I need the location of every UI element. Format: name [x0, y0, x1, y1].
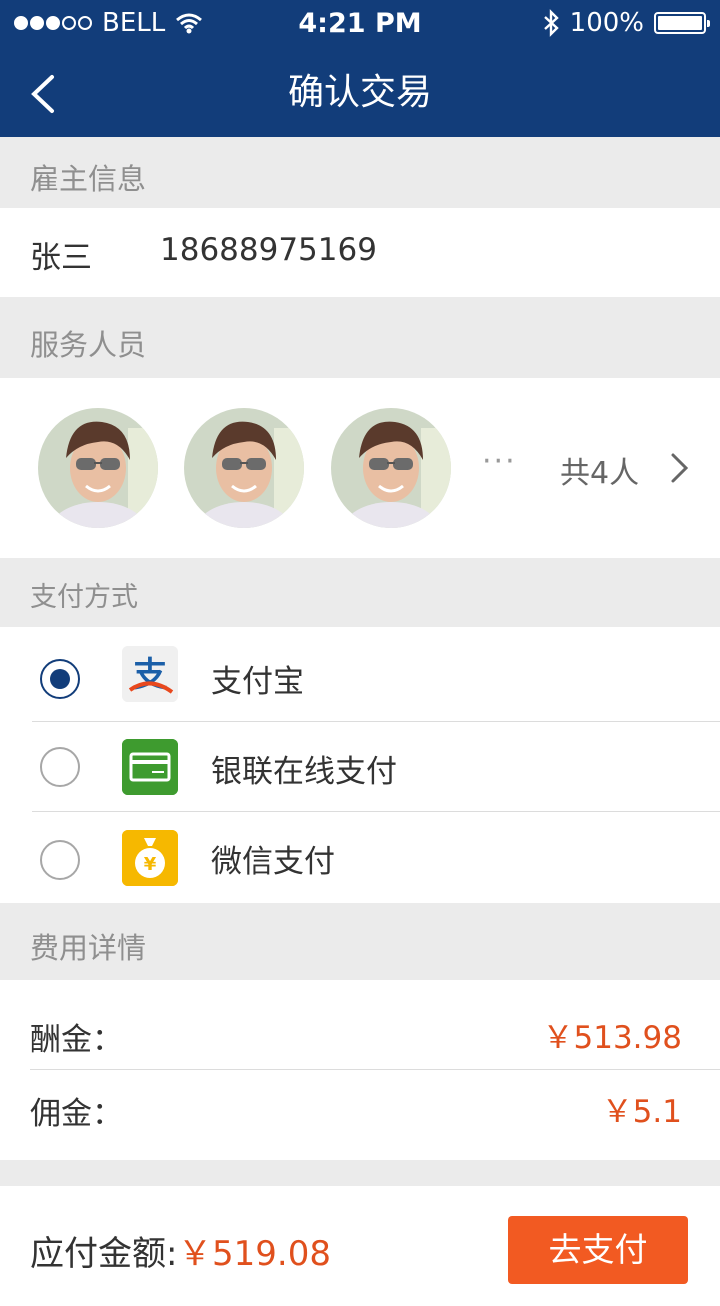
fee-details: 酬金： ￥513.98 佣金： ￥5.1: [0, 980, 720, 1160]
svg-text:¥: ¥: [144, 854, 157, 875]
section-title-payment: 支付方式: [30, 582, 138, 613]
employer-card: 张三 18688975169: [0, 208, 720, 297]
section-title-fees: 费用详情: [30, 931, 147, 965]
status-bar: BELL 4:21 PM 100%: [0, 0, 720, 48]
section-title-staff: 服务人员: [30, 328, 147, 362]
fee-label: 佣金：: [30, 1096, 123, 1132]
radio-selected[interactable]: [40, 659, 80, 699]
pay-button[interactable]: 去支付: [508, 1216, 688, 1284]
avatar[interactable]: [38, 408, 158, 528]
fee-value: ￥513.98: [542, 1020, 682, 1056]
radio-unselected[interactable]: [40, 747, 80, 787]
avatar[interactable]: [184, 408, 304, 528]
nav-bar: 确认交易: [0, 48, 720, 137]
avatar[interactable]: [331, 408, 451, 528]
fee-value: ￥5.1: [601, 1094, 682, 1130]
payment-label: 微信支付: [211, 844, 335, 880]
payment-option-unionpay[interactable]: 银联在线支付: [0, 722, 720, 811]
money-bag-icon: ¥: [122, 830, 178, 886]
battery-icon: [654, 12, 710, 34]
unionpay-card-icon: [122, 739, 178, 795]
employer-name: 张三: [30, 240, 92, 276]
radio-unselected[interactable]: [40, 840, 80, 880]
fee-label: 酬金：: [30, 1022, 123, 1058]
payment-option-alipay[interactable]: 支 支付宝: [0, 627, 720, 721]
status-right: 100%: [542, 8, 710, 38]
staff-count: 共4人: [560, 456, 640, 491]
divider: [30, 1069, 720, 1070]
svg-text:支: 支: [133, 655, 167, 695]
total-value: ￥519.08: [178, 1234, 331, 1274]
payment-option-wechat[interactable]: ¥ 微信支付: [0, 812, 720, 903]
employer-phone: 18688975169: [160, 232, 377, 268]
payment-label: 支付宝: [211, 664, 304, 700]
bluetooth-icon: [543, 9, 559, 37]
staff-card[interactable]: ··· 共4人: [0, 378, 720, 558]
more-dots: ···: [482, 444, 517, 479]
payment-label: 银联在线支付: [211, 754, 397, 790]
section-title-employer: 雇主信息: [30, 162, 147, 196]
total-label: 应付金额:: [30, 1234, 178, 1274]
chevron-right-icon[interactable]: [670, 452, 690, 484]
page-title: 确认交易: [287, 72, 432, 113]
payment-list: 支 支付宝 银联在线支付 ¥ 微信支付: [0, 627, 720, 903]
alipay-icon: 支: [122, 646, 178, 702]
battery-percent: 100%: [569, 8, 644, 38]
